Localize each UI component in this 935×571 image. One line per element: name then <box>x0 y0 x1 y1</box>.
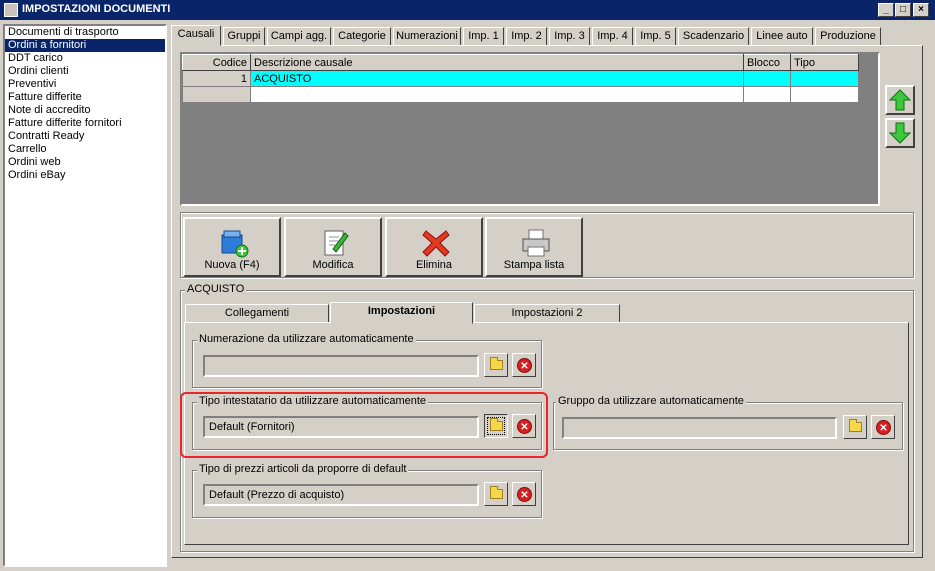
cell-descrizione[interactable]: ACQUISTO <box>250 70 744 87</box>
tab-categorie[interactable]: Categorie <box>333 27 391 46</box>
tab-imp-1[interactable]: Imp. 1 <box>463 27 504 46</box>
tab-imp-2[interactable]: Imp. 2 <box>506 27 547 46</box>
col-header-descrizione[interactable]: Descrizione causale <box>250 54 744 71</box>
table-row[interactable]: 1 ACQUISTO <box>182 70 859 87</box>
arrow-down-icon <box>888 122 912 144</box>
window-title: IMPOSTAZIONI DOCUMENTI <box>22 3 171 15</box>
table-row-empty[interactable] <box>182 86 859 103</box>
gruppo-field[interactable] <box>562 417 837 439</box>
minimize-button[interactable]: _ <box>878 3 894 17</box>
tab-campi-agg[interactable]: Campi agg. <box>267 27 331 46</box>
tipo-prezzi-field[interactable]: Default (Prezzo di acquisto) <box>203 484 479 506</box>
close-button[interactable]: × <box>913 3 929 17</box>
list-item[interactable]: DDT carico <box>5 52 165 65</box>
delete-x-icon <box>422 230 450 257</box>
folder-icon <box>490 486 503 499</box>
folder-icon <box>490 357 503 370</box>
cell-tipo[interactable] <box>790 86 859 103</box>
folder-icon <box>849 419 862 432</box>
list-item[interactable]: Note di accredito <box>5 104 165 117</box>
tipo-prezzi-browse-button[interactable] <box>484 482 508 506</box>
tipo-prezzi-label: Tipo di prezzi articoli da proporre di d… <box>197 463 409 475</box>
cell-tipo[interactable] <box>790 70 859 87</box>
list-item[interactable]: Carrello <box>5 143 165 156</box>
new-button-label: Nuova (F4) <box>204 259 260 271</box>
highlight-annotation <box>180 392 548 458</box>
list-item[interactable]: Contratti Ready <box>5 130 165 143</box>
numerazione-label: Numerazione da utilizzare automaticament… <box>197 333 416 345</box>
numerazione-field[interactable] <box>203 355 479 377</box>
gruppo-label: Gruppo da utilizzare automaticamente <box>556 395 746 407</box>
numerazione-clear-button[interactable]: ✕ <box>512 353 536 377</box>
causali-grid[interactable]: Codice Descrizione causale Blocco Tipo 1… <box>180 52 880 206</box>
clear-icon: ✕ <box>876 420 891 435</box>
tab-causali[interactable]: Causali <box>171 25 221 46</box>
subtab-impostazioni-2[interactable]: Impostazioni 2 <box>474 304 620 323</box>
maximize-button[interactable]: □ <box>895 3 911 17</box>
tab-imp-5[interactable]: Imp. 5 <box>635 27 676 46</box>
tab-imp-3[interactable]: Imp. 3 <box>549 27 590 46</box>
new-document-icon <box>221 230 249 258</box>
list-item[interactable]: Preventivi <box>5 78 165 91</box>
subtab-collegamenti[interactable]: Collegamenti <box>185 304 329 323</box>
numerazione-browse-button[interactable] <box>484 353 508 377</box>
subtab-impostazioni[interactable]: Impostazioni <box>330 302 473 324</box>
delete-button[interactable]: Elimina <box>385 217 483 277</box>
document-type-list[interactable]: Documenti di trasporto Ordini a fornitor… <box>3 24 167 567</box>
cell-blocco[interactable] <box>743 86 791 103</box>
list-item[interactable]: Ordini clienti <box>5 65 165 78</box>
list-item-selected[interactable]: Ordini a fornitori <box>5 39 165 52</box>
clear-icon: ✕ <box>517 487 532 502</box>
arrow-up-icon <box>888 89 912 111</box>
acquisto-group-title: ACQUISTO <box>185 283 247 295</box>
app-icon <box>4 3 18 17</box>
col-header-tipo[interactable]: Tipo <box>790 54 859 71</box>
move-up-button[interactable] <box>885 85 915 115</box>
action-toolbar: Nuova (F4) Modifica Elimina Stampa lista <box>180 212 914 278</box>
tab-numerazioni[interactable]: Numerazioni <box>393 27 461 46</box>
new-button[interactable]: Nuova (F4) <box>183 217 281 277</box>
tab-gruppi[interactable]: Gruppi <box>223 27 265 46</box>
list-item[interactable]: Ordini web <box>5 156 165 169</box>
edit-button[interactable]: Modifica <box>284 217 382 277</box>
edit-icon <box>324 230 349 256</box>
clear-icon: ✕ <box>517 358 532 373</box>
print-list-button-label: Stampa lista <box>503 259 565 271</box>
move-down-button[interactable] <box>885 118 915 148</box>
edit-button-label: Modifica <box>312 259 354 271</box>
tab-imp-4[interactable]: Imp. 4 <box>592 27 633 46</box>
printer-icon <box>522 229 550 257</box>
cell-codice[interactable] <box>182 86 251 103</box>
cell-blocco[interactable] <box>743 70 791 87</box>
cell-descrizione[interactable] <box>250 86 744 103</box>
col-header-codice[interactable]: Codice <box>182 54 251 71</box>
tab-scadenzario[interactable]: Scadenzario <box>678 27 749 46</box>
title-bar: IMPOSTAZIONI DOCUMENTI _ □ × <box>0 0 935 20</box>
tab-linee-auto[interactable]: Linee auto <box>751 27 813 46</box>
tab-produzione[interactable]: Produzione <box>815 27 881 46</box>
delete-button-label: Elimina <box>415 259 453 271</box>
list-item[interactable]: Fatture differite <box>5 91 165 104</box>
list-item[interactable]: Ordini eBay <box>5 169 165 182</box>
print-list-button[interactable]: Stampa lista <box>485 217 583 277</box>
tipo-prezzi-clear-button[interactable]: ✕ <box>512 482 536 506</box>
col-header-blocco[interactable]: Blocco <box>743 54 791 71</box>
list-item[interactable]: Documenti di trasporto <box>5 26 165 39</box>
gruppo-clear-button[interactable]: ✕ <box>871 415 895 439</box>
gruppo-browse-button[interactable] <box>843 415 867 439</box>
list-item[interactable]: Fatture differite fornitori <box>5 117 165 130</box>
cell-codice[interactable]: 1 <box>182 70 251 87</box>
